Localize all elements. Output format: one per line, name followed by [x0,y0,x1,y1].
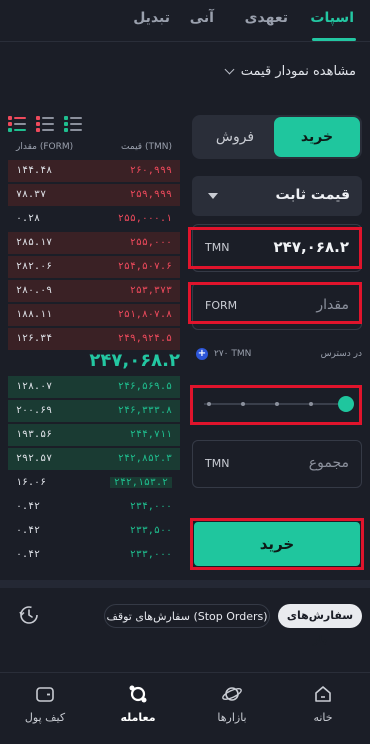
order-type-label: قیمت ثابت [275,187,350,203]
total-field[interactable]: TMN مجموع [192,440,362,488]
nav-item-trade[interactable]: معامله [103,683,173,724]
highlight-box [190,518,364,570]
ask-row[interactable]: ۰.۲۸ ۲۵۵,۰۰۰.۱ [8,208,180,230]
highlight-box [188,227,362,269]
side-toggle: خرید فروش [192,115,362,159]
book-view-bids-icon[interactable] [64,116,82,132]
home-icon [315,686,331,702]
chevron-down-icon [224,64,235,75]
ask-row[interactable]: ۱۴۴.۴۸ ۲۶۰,۹۹۹ [8,160,180,182]
tab-futures[interactable]: تعهدی [245,10,288,26]
highlight-box [190,385,362,425]
book-view-both-icon[interactable] [8,116,26,132]
last-price[interactable]: ۲۴۷,۰۶۸.۲ [89,350,180,371]
ask-row[interactable]: ۲۸۰.۰۹ ۲۵۳,۳۷۳ [8,280,180,302]
ask-row[interactable]: ۲۸۲.۰۶ ۲۵۴,۵۰۷.۶ [8,256,180,278]
bid-row[interactable]: ۱۹۳.۵۶ ۲۴۴,۷۱۱ [8,424,180,446]
orders-bar: سفارش‌های باز سفارش‌های توقف (Stop Order… [0,596,370,646]
history-icon[interactable] [18,604,40,626]
book-view-switcher [8,116,82,132]
bottom-navigation: خانه بازارها معامله کیف پول [0,672,370,744]
section-divider [0,580,370,588]
caret-down-icon [208,193,218,199]
tab-instant[interactable]: آنی [190,10,214,26]
wallet-icon [36,687,54,702]
bid-row[interactable]: ۰.۴۲ ۲۳۳,۰۰۰ [8,544,180,566]
ask-row[interactable]: ۱۲۶.۳۴ ۲۴۹,۹۲۴.۵ [8,328,180,350]
available-label: در دسترس [320,349,362,359]
nav-label-trade: معامله [120,711,156,724]
nav-item-home[interactable]: خانه [288,683,358,724]
open-orders-tab[interactable]: سفارش‌های باز [278,604,362,646]
tab-convert[interactable]: تبدیل [133,10,170,26]
planet-icon [222,687,242,701]
nav-label-markets: بازارها [217,711,247,724]
buy-tab[interactable]: خرید [274,117,360,157]
chart-toggle[interactable]: مشاهده نمودار قیمت [224,64,356,79]
ask-row[interactable]: ۱۸۸.۱۱ ۲۵۱,۸۰۷.۸ [8,304,180,326]
total-placeholder: مجموع [308,455,349,471]
bid-row[interactable]: ۰.۴۲ ۲۳۴,۰۰۰ [8,496,180,518]
nav-label-home: خانه [313,711,333,724]
ask-row[interactable]: ۲۸۵.۱۷ ۲۵۵,۰۰۰ [8,232,180,254]
nav-item-markets[interactable]: بازارها [197,683,267,724]
plus-icon[interactable]: + [196,348,208,360]
bid-row[interactable]: ۰.۴۲ ۲۳۳,۵۰۰ [8,520,180,542]
bid-row[interactable]: ۱۲۸.۰۷ ۲۴۶,۵۶۹.۵ [8,376,180,398]
stop-orders-tab[interactable]: سفارش‌های توقف (Stop Orders) [104,604,270,628]
bid-row[interactable]: ۲۰۰.۶۹ ۲۴۶,۳۳۳.۸ [8,400,180,422]
price-column-header: قیمت (TMN) [121,142,172,152]
trade-icon [129,685,147,703]
highlight-box [188,282,362,324]
nav-label-wallet: کیف پول [24,711,66,724]
ask-row[interactable]: ۷۸.۳۷ ۲۵۹,۹۹۹ [8,184,180,206]
chart-toggle-label: مشاهده نمودار قیمت [240,64,356,79]
bid-row[interactable]: ۲۹۲.۵۷ ۲۴۲,۸۵۲.۳ [8,448,180,470]
amount-column-header: مقدار (FORM) [16,142,74,152]
sell-tab[interactable]: فروش [194,117,276,157]
available-balance: ۲۷۰ TMN [214,349,252,359]
order-type-select[interactable]: قیمت ثابت [192,176,362,216]
tab-spot[interactable]: اسپات [310,10,354,26]
total-unit: TMN [205,457,230,470]
available-balance-row: + ۲۷۰ TMN در دسترس [196,348,362,362]
bid-row[interactable]: ۱۶.۰۶ ۲۴۲,۱۵۳.۲ [8,472,180,494]
book-view-asks-icon[interactable] [36,116,54,132]
nav-item-wallet[interactable]: کیف پول [10,683,80,724]
market-tabs: اسپات تعهدی آنی تبدیل [0,0,370,42]
active-tab-indicator [312,38,356,41]
